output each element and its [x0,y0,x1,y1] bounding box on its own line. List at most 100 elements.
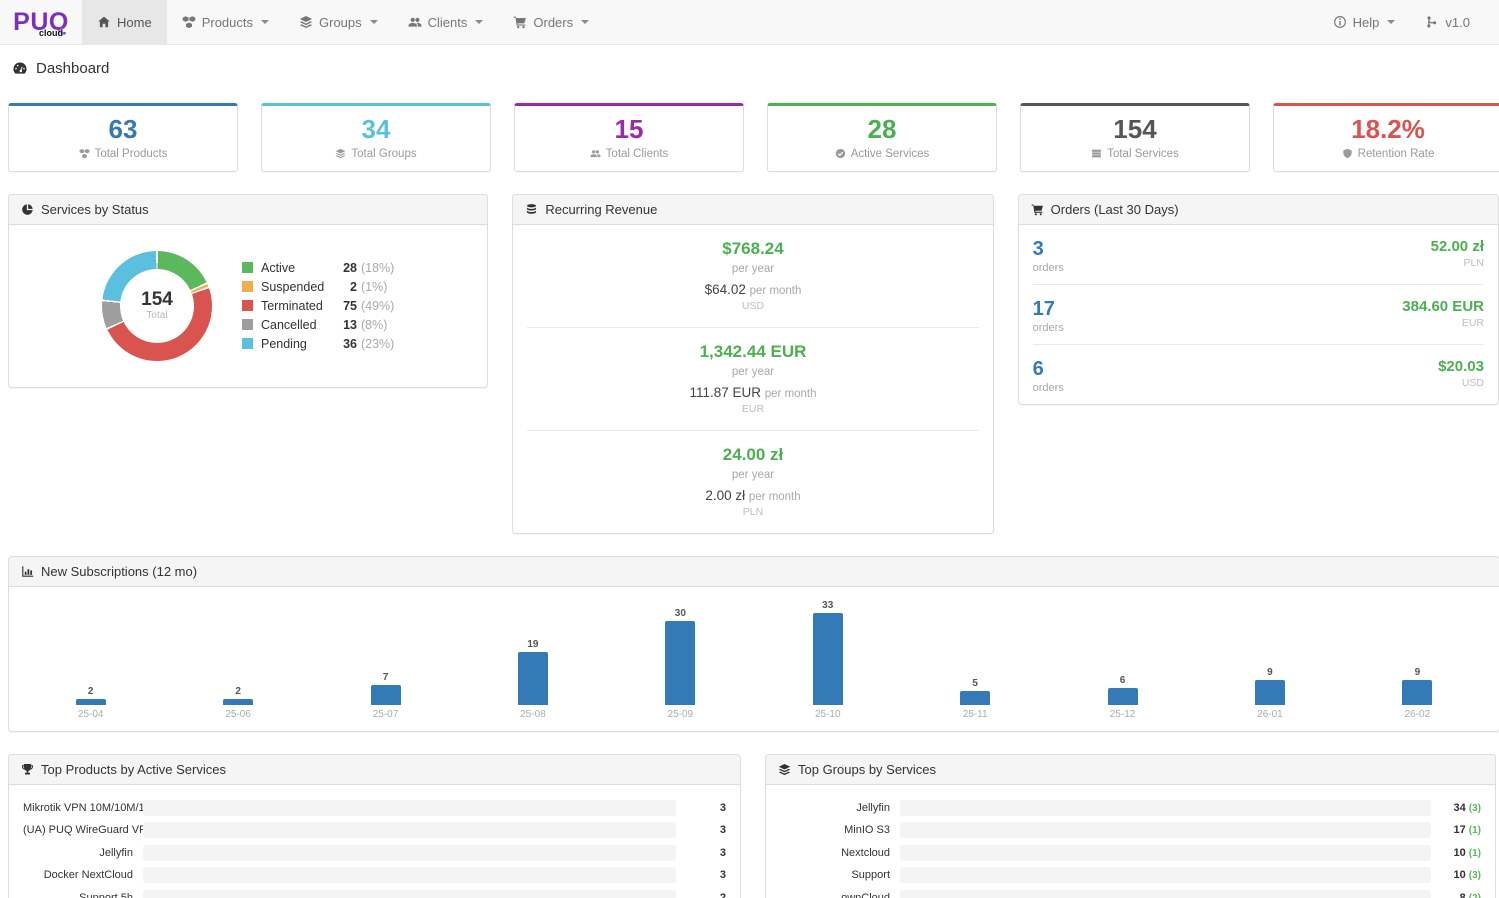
help-menu[interactable]: Help [1318,0,1411,44]
panel-title: Top Groups by Services [798,762,936,777]
panels-row: Services by Status 154 Total Active 28 [8,194,1499,534]
revenue-currency: PLN [513,506,992,518]
revenue-monthly-label: per month [749,491,801,503]
layers-icon [299,15,313,29]
hbar-value: 10 (1) [1431,847,1481,859]
nav-label: Home [117,15,152,30]
hbar-label: Support 5h [23,892,143,898]
hbar-label: Docker NextCloud [23,869,143,881]
stat-label-text: Total Services [1107,148,1179,160]
stat-label: Total Clients [515,148,743,160]
stat-label: Total Products [9,148,237,160]
page-title-text: Dashboard [36,60,109,77]
bar[interactable] [960,691,990,705]
bar[interactable] [76,699,106,705]
main-nav: Home Products Groups Clients Orders [82,0,604,44]
bar-category-label: 25-04 [78,709,104,721]
hbar-value: 8 (2) [1431,892,1481,898]
order-left: 17 orders [1033,298,1064,334]
bar[interactable] [518,652,548,705]
bar[interactable] [1108,688,1138,705]
bar-column: 625-12 [1049,675,1196,721]
stat-label-text: Total Products [95,148,168,160]
panel-title: Services by Status [41,202,149,217]
bar-category-label: 26-02 [1405,709,1431,721]
legend-swatch [242,262,253,273]
legend-item-terminated[interactable]: Terminated 75 (49%) [242,299,394,313]
subscriptions-chart[interactable]: 225-04225-06725-071925-083025-093325-105… [17,593,1491,721]
legend-value: 75 [339,299,357,313]
nav-item-clients[interactable]: Clients [393,0,499,44]
stat-label-text: Total Groups [351,148,416,160]
bar[interactable] [1402,680,1432,705]
page-content: Dashboard 63 Total Products 34 Total Gro… [0,60,1499,898]
hbar-value-number: 3 [720,824,726,836]
legend-value: 36 [339,337,357,351]
stat-label-text: Total Clients [606,148,669,160]
hbar-label: ownCloud [780,892,900,898]
navbar-right: Help v1.0 [1318,0,1499,44]
bar-value-label: 5 [972,678,978,689]
legend-item-cancelled[interactable]: Cancelled 13 (8%) [242,318,394,332]
hbar-value: 3 [676,802,726,814]
order-count-label: orders [1033,322,1064,334]
legend-item-suspended[interactable]: Suspended 2 (1%) [242,280,394,294]
order-count-label: orders [1033,262,1064,274]
brand-logo[interactable]: PUQ cloud [0,0,82,44]
hbar-track [900,867,1431,883]
bar[interactable] [665,621,695,705]
nav-label: Orders [533,15,573,30]
bar[interactable] [371,685,401,705]
version-link[interactable]: v1.0 [1410,0,1485,44]
bar-column: 525-11 [901,678,1048,721]
legend-pct: (18%) [361,261,394,275]
bar[interactable] [223,699,253,705]
bar-value-label: 33 [822,600,833,611]
bar-column: 926-01 [1196,667,1343,721]
top-products-chart[interactable]: Mikrotik VPN 10M/10M/1... 3 (UA) PUQ Wir… [9,785,740,898]
hbar-value-number: 17 [1453,824,1465,836]
home-icon [97,15,111,29]
revenue-yearly: 24.00 zł [513,445,992,465]
hbar-row: Jellyfin 3 [23,842,726,865]
bar[interactable] [1255,680,1285,705]
revenue-entry-eur: 1,342.44 EUR per year 111.87 EUR per mon… [513,328,992,430]
hbar-label: Support [780,869,900,881]
legend-item-pending[interactable]: Pending 36 (23%) [242,337,394,351]
chevron-down-icon [1387,20,1395,24]
services-donut[interactable]: 154 Total [102,251,212,361]
hbar-row: Nextcloud 10 (1) [780,842,1481,865]
bar-value-label: 9 [1267,667,1273,678]
bar[interactable] [813,613,843,705]
pie-chart-icon [21,203,34,216]
services-chart-area: 154 Total Active 28 (18%) [9,225,487,387]
hbar-value: 17 (1) [1431,824,1481,836]
hbar-row: Support 10 (3) [780,864,1481,887]
hbar-track [143,890,676,898]
top-groups-chart[interactable]: Jellyfin 34 (3) MinIO S3 17 (1) Nextclou… [766,785,1495,898]
revenue-yearly-label: per year [513,366,992,378]
panel-heading: Services by Status [9,195,487,225]
bar-category-label: 25-06 [225,709,251,721]
order-count-label: orders [1033,382,1064,394]
nav-item-orders[interactable]: Orders [498,0,604,44]
recurring-revenue-panel: Recurring Revenue $768.24 per year $64.0… [512,194,993,534]
hbar-value-number: 10 [1453,847,1465,859]
nav-item-home[interactable]: Home [82,0,167,44]
legend-label: Cancelled [261,318,339,332]
bar-value-label: 7 [383,672,389,683]
bar-column: 7 25-07 [312,672,459,721]
nav-item-products[interactable]: Products [167,0,284,44]
bar-category-label: 25-07 [373,709,399,721]
panel-title: New Subscriptions (12 mo) [41,564,197,579]
nav-item-groups[interactable]: Groups [284,0,393,44]
order-currency: PLN [1431,257,1484,269]
legend-item-active[interactable]: Active 28 (18%) [242,261,394,275]
cubes-icon [182,15,196,29]
hbar-value-number: 2 [720,892,726,898]
legend-value: 2 [339,280,357,294]
legend-pct: (49%) [361,299,394,313]
new-subscriptions-panel: New Subscriptions (12 mo) 225-04225-0672… [8,556,1499,732]
layers-icon [335,148,346,159]
bar-column: 926-02 [1344,667,1491,721]
